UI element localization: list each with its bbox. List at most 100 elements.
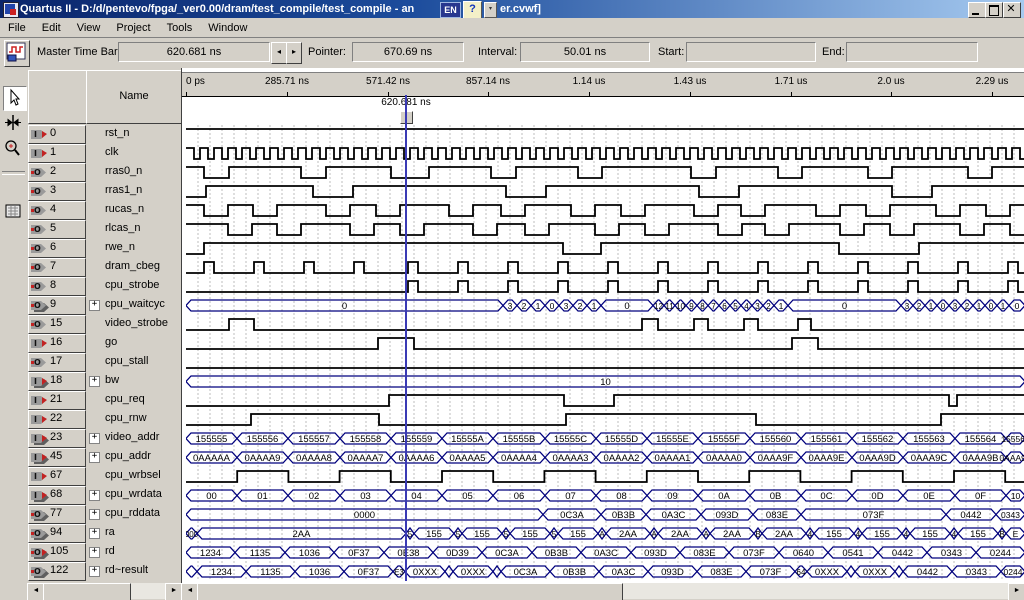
bit-wave[interactable] [186,471,1024,482]
signal-name-label[interactable]: cpu_rddata [105,507,160,519]
signal-name-label[interactable]: cpu_rnw [105,412,147,424]
signal-number-button[interactable]: I16 [28,334,86,353]
waveform-canvas[interactable]: 0321032101211109876543210321032101010155… [186,125,1024,581]
wave-row-ra[interactable]: 0002AA5155515551555155A2AAA2AAA2AAB2AA41… [186,528,1024,540]
signal-number-button[interactable]: O15 [28,315,86,334]
wave-row-rras1_n[interactable] [186,186,1024,197]
master-time-spin-left[interactable]: ◂ [271,42,287,64]
signal-name-label[interactable]: rd~result [105,564,148,576]
signal-number-button[interactable]: O122 [28,562,86,581]
signal-name-label[interactable]: rucas_n [105,203,144,215]
signal-name-label[interactable]: rst_n [105,127,129,139]
signal-name-label[interactable]: cpu_wrdata [105,488,162,500]
signal-name-label[interactable]: cpu_waitcyc [105,298,165,310]
signal-name-label[interactable]: rras0_n [105,165,142,177]
wave-scroll-right-button[interactable]: ► [1008,583,1024,600]
signal-name-label[interactable]: rd [105,545,115,557]
signal-number-button[interactable]: I22 [28,410,86,429]
wave-row-cpu_rnw[interactable] [186,414,1024,425]
group-expander[interactable]: + [89,566,100,577]
menu-item-edit[interactable]: Edit [34,19,69,37]
wave-row-video_addr[interactable]: 15555515555615555715555815555915555A1555… [186,433,1024,445]
signal-name-label[interactable]: video_addr [105,431,159,443]
group-expander[interactable]: + [89,490,100,501]
signal-number-button[interactable]: O77 [28,505,86,524]
wave-scrollbar-thumb[interactable] [197,583,623,600]
signal-number-button[interactable]: I1 [28,144,86,163]
bit-wave[interactable] [186,167,1024,178]
wave-row-cpu_waitcyc[interactable]: 03210321012111098765432103210321010 [186,300,1024,312]
signal-number-button[interactable]: O8 [28,277,86,296]
bit-wave[interactable] [186,186,1024,197]
signal-number-button[interactable]: I68 [28,486,86,505]
signal-name-label[interactable]: go [105,336,117,348]
bit-wave[interactable] [186,319,1024,330]
title-bar[interactable]: Quartus II - D:/d/pentevo/fpga/_ver0.00/… [0,0,1024,18]
signal-number-button[interactable]: O9 [28,296,86,315]
signal-name-label[interactable]: cpu_addr [105,450,151,462]
signal-number-button[interactable]: O94 [28,524,86,543]
wave-row-rd[interactable]: 1234113510360F370E380D390C3A0B3B0A3C093D… [186,547,1024,559]
group-expander[interactable]: + [89,376,100,387]
wave-row-rras0_n[interactable] [186,167,1024,178]
zoom-tool-button[interactable] [3,138,25,161]
master-time-spin-right[interactable]: ▸ [286,42,302,64]
wave-row-cpu_wrdata[interactable]: 000102030405060708090A0B0C0D0E0F10 [186,490,1024,502]
waveform-area[interactable]: 0 ps285.71 ns571.42 ns857.14 ns1.14 us1.… [181,68,1024,583]
signal-name-label[interactable]: rlcas_n [105,222,140,234]
fullscreen-tool-button[interactable] [3,201,25,224]
group-expander[interactable]: + [89,433,100,444]
time-axis[interactable]: 0 ps285.71 ns571.42 ns857.14 ns1.14 us1.… [182,72,1024,97]
bus-segment[interactable] [186,566,197,577]
menu-item-file[interactable]: File [0,19,34,37]
wave-row-video_strobe[interactable] [186,319,1024,330]
wave-row-go[interactable] [186,338,1024,349]
name-panel-scrollbar[interactable]: ◄ ► [27,583,181,599]
group-expander[interactable]: + [89,300,100,311]
group-expander[interactable]: + [89,509,100,520]
signal-number-button[interactable]: I45 [28,448,86,467]
wave-row-cpu_strobe[interactable] [186,281,1024,292]
waveform-scrollbar[interactable]: ◄ ► [181,583,1024,599]
signal-number-button[interactable]: O2 [28,163,86,182]
bit-wave[interactable] [186,281,1024,292]
bus-segment[interactable] [445,566,453,577]
help-icon[interactable]: ? [463,1,482,19]
signal-name-label[interactable]: clk [105,146,118,158]
language-indicator[interactable]: EN [440,2,461,18]
bus-segment[interactable] [847,566,855,577]
selection-tool-button[interactable] [3,86,27,111]
bus-segment[interactable] [895,566,903,577]
group-expander[interactable]: + [89,547,100,558]
wave-row-rlcas_n[interactable] [186,224,1024,235]
maximize-button[interactable] [985,2,1003,18]
master-time-cursor-line[interactable] [405,95,407,581]
bit-wave[interactable] [186,414,1024,425]
signal-number-button[interactable]: O6 [28,239,86,258]
signal-name-label[interactable]: bw [105,374,119,386]
menu-item-project[interactable]: Project [108,19,158,37]
name-scrollbar-thumb[interactable] [43,583,131,600]
signal-number-button[interactable]: O17 [28,353,86,372]
signal-number-button[interactable]: O5 [28,220,86,239]
close-button[interactable]: ✕ [1003,2,1021,18]
wave-row-rd~result[interactable]: 1234113510360F37E30XXX0XXX0C3A0B3B0A3C09… [186,566,1024,578]
wave-row-clk[interactable] [186,148,1024,159]
bit-wave[interactable] [186,338,1024,349]
group-expander[interactable]: + [89,528,100,539]
wave-row-rucas_n[interactable] [186,205,1024,216]
menu-item-window[interactable]: Window [200,19,255,37]
menu-item-tools[interactable]: Tools [159,19,201,37]
bit-wave[interactable] [186,262,1024,273]
signal-name-label[interactable]: ra [105,526,115,538]
start-field[interactable] [686,42,816,62]
wave-row-dram_cbeg[interactable] [186,262,1024,273]
wave-row-cpu_addr[interactable]: 0AAAAA0AAAA90AAAA80AAAA70AAAA60AAAA50AAA… [186,452,1024,464]
signal-name-label[interactable]: rwe_n [105,241,135,253]
signal-number-button[interactable]: O7 [28,258,86,277]
menu-item-view[interactable]: View [69,19,109,37]
signal-number-button[interactable]: I0 [28,125,86,144]
bus-segment[interactable] [493,566,501,577]
bit-wave[interactable] [186,395,1024,406]
signal-name-label[interactable]: cpu_strobe [105,279,159,291]
